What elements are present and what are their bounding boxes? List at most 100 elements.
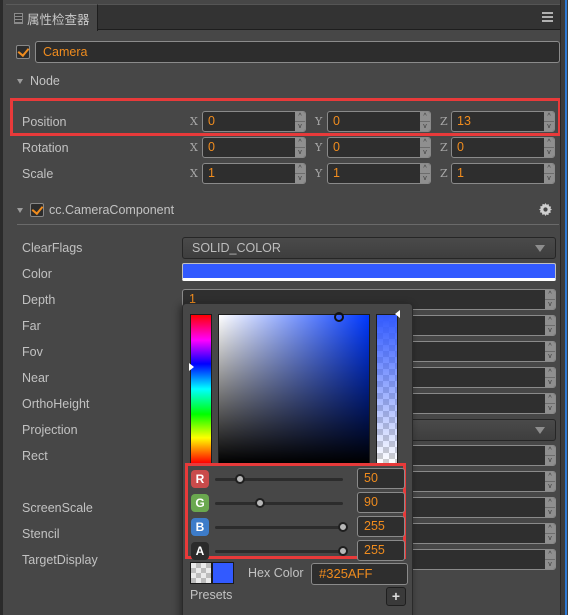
rotation-y-value: 0	[333, 140, 340, 154]
channel-slider-a[interactable]	[215, 546, 348, 556]
position-y-value: 0	[333, 114, 340, 128]
stepper[interactable]: ^ v	[545, 342, 555, 361]
position-z-value: 13	[457, 114, 471, 128]
rotation-z-input[interactable]: 0 ^ v	[451, 137, 555, 158]
channel-slider-b[interactable]	[215, 522, 348, 532]
channel-row-r: R 50	[191, 468, 406, 489]
section-divider	[17, 224, 559, 225]
dropdown-arrow-icon	[535, 427, 545, 434]
position-y-input[interactable]: 0 ^ v	[327, 111, 431, 132]
stepper[interactable]: ^ v	[545, 498, 555, 517]
current-color-swatch	[212, 562, 234, 584]
axis-label-z: Z	[440, 167, 448, 180]
axis-label-y: Y	[315, 115, 323, 128]
alpha-slider-handle[interactable]	[395, 310, 400, 318]
rotation-y-input[interactable]: 0 ^ v	[327, 137, 431, 158]
hue-slider-handle[interactable]	[189, 362, 194, 371]
saturation-value-handle[interactable]	[334, 312, 344, 322]
color-swatch-field[interactable]	[182, 263, 556, 281]
scrollbar-track[interactable]	[560, 0, 568, 615]
channel-slider-handle[interactable]	[235, 474, 246, 484]
inspector-panel: 属性检查器 Camera Node Position X 0 ^ v Y 0 ^ v Z…	[0, 0, 568, 615]
stepper[interactable]: ^ v	[420, 164, 430, 183]
stepper[interactable]: ^ v	[544, 138, 554, 157]
channel-badge-g: G	[191, 494, 209, 512]
node-name-input[interactable]: Camera	[35, 41, 560, 63]
rotation-x-value: 0	[208, 140, 215, 154]
stepper[interactable]: ^ v	[545, 446, 555, 465]
channel-input-b[interactable]: 255	[357, 516, 405, 537]
channel-slider-r[interactable]	[215, 474, 343, 484]
channel-slider-g[interactable]	[215, 498, 343, 508]
channel-input-a[interactable]: 255	[357, 540, 405, 561]
clearflags-value: SOLID_COLOR	[192, 241, 281, 255]
hex-color-input[interactable]: #325AFF	[311, 563, 408, 585]
gear-icon[interactable]	[539, 203, 552, 216]
color-picker-popup: R 50 G 90 B 255 A 255 Hex Color #325AFF …	[182, 303, 413, 615]
stepper[interactable]: ^ v	[295, 164, 305, 183]
rect-label: Rect	[22, 449, 48, 463]
scale-y-input[interactable]: 1 ^ v	[327, 163, 431, 184]
channel-badge-r: R	[191, 470, 209, 488]
axis-label-x: X	[190, 115, 198, 128]
stepper[interactable]: ^ v	[545, 472, 555, 491]
position-x-value: 0	[208, 114, 215, 128]
component-name: cc.CameraComponent	[49, 203, 175, 217]
stepper[interactable]: ^ v	[295, 138, 305, 157]
channel-input-r[interactable]: 50	[357, 468, 405, 489]
stepper[interactable]: ^ v	[420, 112, 430, 131]
stepper[interactable]: ^ v	[545, 290, 555, 309]
stepper[interactable]: ^ v	[420, 138, 430, 157]
hex-color-label: Hex Color	[248, 566, 304, 580]
component-section-header[interactable]: cc.CameraComponent	[17, 203, 174, 217]
stepper[interactable]: ^ v	[544, 164, 554, 183]
hue-slider[interactable]	[190, 314, 212, 464]
scale-label: Scale	[22, 167, 54, 181]
hamburger-menu-icon[interactable]	[542, 12, 553, 22]
collapse-triangle-icon	[17, 207, 23, 213]
color-label: Color	[22, 267, 52, 281]
rotation-label: Rotation	[22, 141, 69, 155]
stepper[interactable]: ^ v	[545, 524, 555, 543]
channel-badge-a: A	[191, 542, 209, 560]
screenscale-label: ScreenScale	[22, 501, 93, 515]
document-icon	[14, 12, 23, 24]
near-label: Near	[22, 371, 50, 385]
position-z-input[interactable]: 13 ^ v	[451, 111, 555, 132]
clearflags-select[interactable]: SOLID_COLOR	[182, 237, 556, 259]
component-enabled-checkbox[interactable]	[30, 203, 44, 217]
tab-inspector[interactable]: 属性检查器	[6, 4, 98, 31]
scale-z-input[interactable]: 1 ^ v	[451, 163, 555, 184]
orthoheight-label: OrthoHeight	[22, 397, 90, 411]
stepper[interactable]: ^ v	[545, 550, 555, 569]
rotation-x-input[interactable]: 0 ^ v	[202, 137, 306, 158]
stepper[interactable]: ^ v	[544, 112, 554, 131]
channel-input-g[interactable]: 90	[357, 492, 405, 513]
channel-slider-handle[interactable]	[338, 546, 348, 556]
axis-label-x: X	[190, 167, 198, 180]
scale-y-value: 1	[333, 166, 340, 180]
channel-slider-handle[interactable]	[255, 498, 266, 508]
node-section-header[interactable]: Node	[17, 74, 60, 88]
collapse-triangle-icon	[17, 78, 23, 84]
channel-slider-handle[interactable]	[338, 522, 348, 532]
scale-x-input[interactable]: 1 ^ v	[202, 163, 306, 184]
axis-label-x: X	[190, 141, 198, 154]
axis-label-z: Z	[440, 115, 448, 128]
stepper[interactable]: ^ v	[545, 316, 555, 335]
stepper[interactable]: ^ v	[545, 368, 555, 387]
saturation-value-field[interactable]	[218, 312, 370, 464]
position-x-input[interactable]: 0 ^ v	[202, 111, 306, 132]
stepper[interactable]: ^ v	[295, 112, 305, 131]
far-label: Far	[22, 319, 41, 333]
alpha-slider[interactable]	[376, 314, 398, 464]
scale-z-value: 1	[457, 166, 464, 180]
panel-tab-bar: 属性检查器	[6, 4, 562, 31]
rotation-z-value: 0	[457, 140, 464, 154]
stepper[interactable]: ^ v	[545, 394, 555, 413]
channel-row-a: A 255	[191, 540, 406, 561]
channel-row-b: B 255	[191, 516, 406, 537]
node-enabled-checkbox[interactable]	[16, 45, 30, 59]
add-preset-button[interactable]: +	[386, 587, 406, 606]
previous-color-swatch[interactable]	[190, 562, 212, 584]
